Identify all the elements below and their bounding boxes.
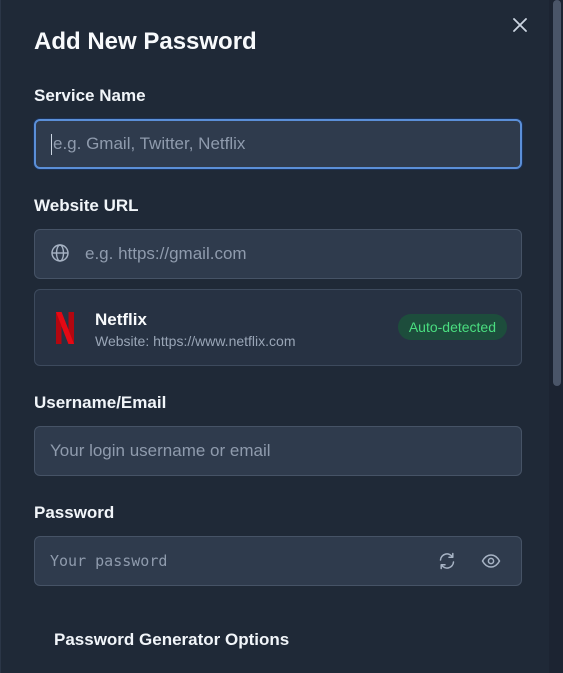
netflix-logo-icon xyxy=(56,312,74,344)
password-label: Password xyxy=(34,503,115,522)
scrollbar[interactable] xyxy=(549,0,563,673)
add-password-modal: Add New Password Service Name e.g. Gmail… xyxy=(0,0,563,673)
eye-icon[interactable] xyxy=(481,551,503,573)
text-caret xyxy=(51,133,52,155)
scrollbar-thumb[interactable] xyxy=(553,0,561,386)
username-input[interactable]: Your login username or email xyxy=(34,426,522,476)
password-input[interactable]: Your password xyxy=(34,536,522,586)
website-url-label: Website URL xyxy=(34,196,139,215)
website-url-input[interactable]: e.g. https://gmail.com xyxy=(34,229,522,279)
service-name-placeholder: e.g. Gmail, Twitter, Netflix xyxy=(53,134,246,153)
modal-title: Add New Password xyxy=(34,28,257,55)
close-icon xyxy=(513,18,527,32)
service-name-label: Service Name xyxy=(34,86,146,105)
detected-service-website: Website: https://www.netflix.com xyxy=(95,333,296,349)
password-generator-options-title: Password Generator Options xyxy=(54,630,290,649)
globe-icon xyxy=(50,243,72,265)
auto-detected-badge: Auto-detected xyxy=(397,314,507,340)
refresh-icon[interactable] xyxy=(437,551,459,573)
detected-service-card: Netflix Website: https://www.netflix.com… xyxy=(34,289,522,366)
close-button[interactable] xyxy=(509,14,531,36)
detected-service-name: Netflix xyxy=(95,310,147,329)
username-label: Username/Email xyxy=(34,393,167,412)
service-name-input[interactable]: e.g. Gmail, Twitter, Netflix xyxy=(34,119,522,169)
username-placeholder: Your login username or email xyxy=(50,441,271,460)
website-url-placeholder: e.g. https://gmail.com xyxy=(85,244,247,263)
password-placeholder: Your password xyxy=(50,552,168,570)
